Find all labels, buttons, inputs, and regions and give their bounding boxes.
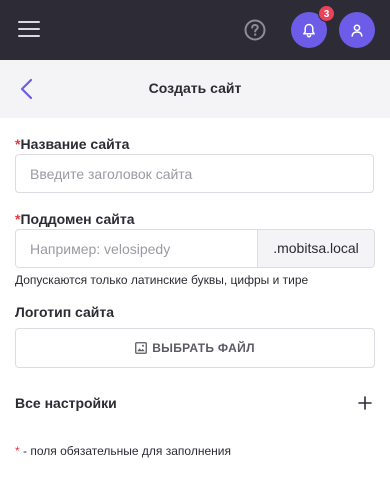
all-settings-label: Все настройки [15, 395, 117, 411]
question-circle-icon[interactable] [244, 19, 266, 41]
footnote-text: - поля обязательные для заполнения [19, 444, 231, 458]
site-name-label: *Название сайта [15, 136, 129, 152]
logo-label: Логотип сайта [15, 304, 115, 320]
user-icon [351, 23, 363, 37]
subdomain-label: *Поддомен сайта [15, 211, 135, 227]
bell-icon [303, 23, 315, 37]
required-fields-note: * - поля обязательные для заполнения [15, 444, 231, 458]
image-icon [135, 342, 148, 354]
notification-count-badge: 3 [318, 5, 335, 22]
subdomain-suffix: .mobitsa.local [257, 230, 374, 267]
site-name-label-text: Название сайта [20, 136, 130, 152]
choose-file-button[interactable]: ВЫБРАТЬ ФАЙЛ [15, 328, 375, 368]
page-title: Создать сайт [148, 80, 242, 96]
choose-file-label: ВЫБРАТЬ ФАЙЛ [152, 341, 255, 355]
subdomain-label-text: Поддомен сайта [20, 211, 135, 227]
user-avatar-button[interactable] [339, 12, 375, 48]
plus-icon[interactable] [358, 396, 372, 410]
top-bar: 3 [0, 0, 390, 60]
site-name-input[interactable] [15, 154, 374, 193]
subdomain-input[interactable] [16, 230, 257, 267]
hamburger-icon[interactable] [18, 20, 40, 38]
page-header: Создать сайт [0, 60, 390, 118]
subdomain-field-group: .mobitsa.local [15, 229, 375, 268]
all-settings-toggle[interactable]: Все настройки [15, 390, 375, 416]
subdomain-hint: Допускаются только латинские буквы, цифр… [15, 273, 309, 287]
